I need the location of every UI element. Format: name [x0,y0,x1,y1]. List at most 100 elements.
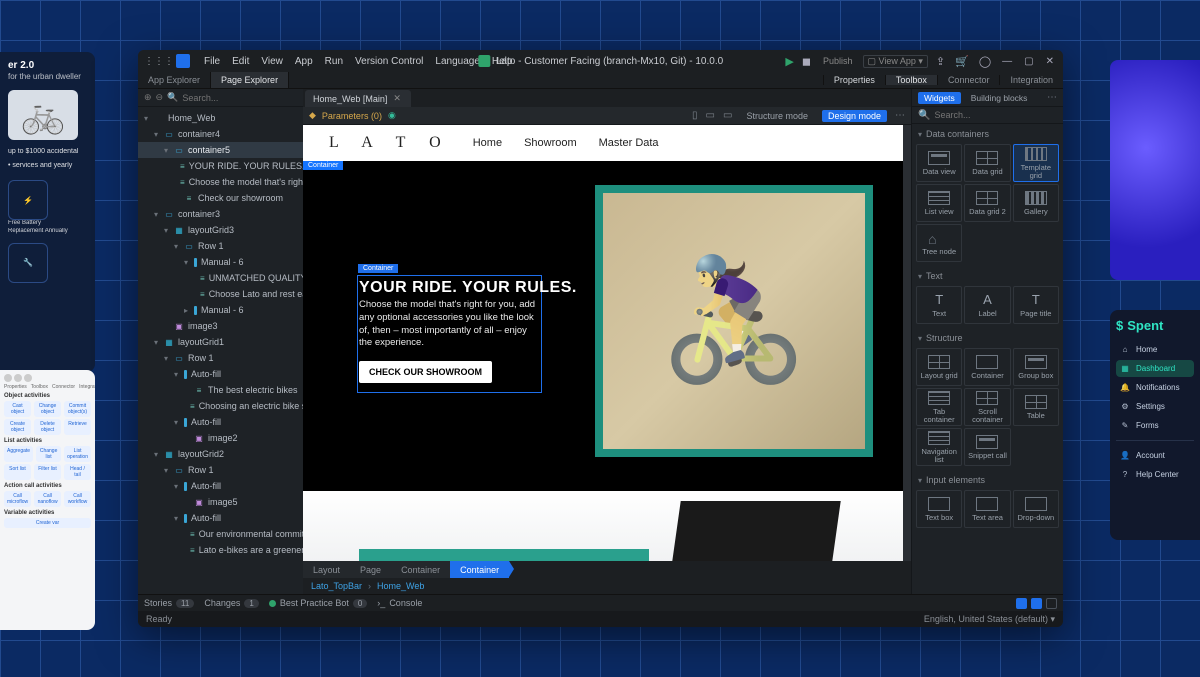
toolbox-more-icon[interactable]: ⋯ [1047,92,1057,103]
tree-node[interactable]: ▾Home_Web [138,110,303,126]
tree-node[interactable]: ▸Choosing an electric bike shou… [138,398,303,414]
spent-item-forms[interactable]: ✎Forms [1116,417,1194,434]
widget-data-grid-2[interactable]: Data grid 2 [964,184,1010,222]
dock-stories[interactable]: Stories11 [144,598,194,608]
tree-node[interactable]: ▾layoutGrid2 [138,446,303,462]
widget-label[interactable]: ALabel [964,286,1010,324]
tree-node[interactable]: ▸The best electric bikes [138,382,303,398]
menu-run[interactable]: Run [319,56,349,67]
chevron-icon[interactable]: ▾ [162,354,170,363]
view-app-button[interactable]: ▢ View App ▾ [863,55,928,68]
widget-gallery[interactable]: Gallery [1013,184,1059,222]
chevron-icon[interactable]: ▾ [152,210,160,219]
quality-band[interactable]: UNMATCHED QUALITY Choose Lato and rest e… [359,549,649,561]
quality-section[interactable]: UNMATCHED QUALITY Choose Lato and rest e… [303,491,903,561]
pl-chip[interactable]: Head / tail [64,464,91,480]
tree-node[interactable]: ▾Row 1 [138,238,303,254]
menu-version-control[interactable]: Version Control [349,56,429,67]
chevron-icon[interactable]: ▾ [152,338,160,347]
chevron-icon[interactable]: ▾ [172,514,180,523]
window-maximize-icon[interactable]: ▢ [1021,56,1036,67]
section-input[interactable]: Input elements [912,472,1063,488]
pl-chip[interactable]: List operation [64,446,91,462]
path-page[interactable]: Home_Web [377,581,424,591]
widget-navigation-list[interactable]: Navigation list [916,428,962,466]
spent-footer-account[interactable]: 👤Account [1116,447,1194,464]
chevron-icon[interactable]: ▾ [142,114,150,123]
tree-node[interactable]: ▾layoutGrid3 [138,222,303,238]
parameters-label[interactable]: Parameters (0) [322,111,382,121]
widget-page-title[interactable]: TPage title [1013,286,1059,324]
tablet-preview-icon[interactable]: ▭ [706,110,715,121]
widget-tree-node[interactable]: Tree node [916,224,962,262]
tab-properties[interactable]: Properties [823,75,885,85]
design-mode-button[interactable]: Design mode [822,110,887,122]
tab-toolbox[interactable]: Toolbox [885,75,937,85]
hero-section[interactable]: Container YOUR RIDE. YOUR RULES. Choose … [303,161,903,491]
crumb-page[interactable]: Page [350,561,391,578]
crumb-layout[interactable]: Layout [303,561,350,578]
pl-chip[interactable]: Sort list [4,464,31,480]
pl-chip[interactable]: Change object [34,401,61,417]
tree-node[interactable]: ▸UNMATCHED QUALITY [138,270,303,286]
status-language[interactable]: English, United States (default) ▾ [924,614,1055,625]
pl-chip[interactable]: Aggregate [4,446,33,462]
chevron-icon[interactable]: ▾ [162,146,170,155]
dock-changes[interactable]: Changes1 [204,598,258,608]
widget-template-grid[interactable]: Template grid [1013,144,1059,182]
dock-console[interactable]: ›_Console [377,598,422,608]
chevron-icon[interactable]: ▾ [162,466,170,475]
tree-node[interactable]: ▾Manual - 6 [138,254,303,270]
pl-chip[interactable]: Call workflow [64,491,91,507]
view-toggle-1-icon[interactable] [1016,598,1027,609]
chevron-icon[interactable]: ▾ [182,258,190,267]
tab-app-explorer[interactable]: App Explorer [138,72,211,88]
chevron-icon[interactable]: ▾ [172,482,180,491]
tree-node[interactable]: ▾Row 1 [138,462,303,478]
tree-node[interactable]: ▾Auto-fill [138,478,303,494]
menu-app[interactable]: App [289,56,319,67]
tree-node[interactable]: ▾Auto-fill [138,510,303,526]
chevron-icon[interactable]: ▾ [172,418,180,427]
widget-data-view[interactable]: Data view [916,144,962,182]
pl-chip[interactable]: Cast object [4,401,31,417]
cta-button[interactable]: CHECK OUR SHOWROOM [359,361,492,383]
nav-master-data[interactable]: Master Data [599,137,659,149]
widget-data-grid[interactable]: Data grid [964,144,1010,182]
spent-item-notifications[interactable]: 🔔Notifications [1116,379,1194,396]
widget-scroll-container[interactable]: Scroll container [964,388,1010,426]
tree-node[interactable]: ▾layoutGrid1 [138,334,303,350]
tree-node[interactable]: ▸Lato e-bikes are a greener way… [138,542,303,558]
explorer-search-input[interactable] [182,93,299,103]
share-icon[interactable]: ⇪ [934,55,947,68]
apps-grid-icon[interactable]: ⋮⋮⋮ [144,56,174,67]
hero-body[interactable]: Choose the model that's right for you, a… [359,299,541,350]
spent-footer-help-center[interactable]: ?Help Center [1116,466,1194,483]
menu-file[interactable]: File [198,56,226,67]
tab-page-explorer[interactable]: Page Explorer [211,72,289,88]
crumb-container[interactable]: Container [391,561,450,578]
widget-list-view[interactable]: List view [916,184,962,222]
nav-showroom[interactable]: Showroom [524,137,577,149]
widget-container[interactable]: Container [964,348,1010,386]
tree-node[interactable]: ▾Row 1 [138,350,303,366]
tree-node[interactable]: ▸Manual - 6 [138,302,303,318]
chevron-icon[interactable]: ▸ [182,306,190,315]
tree-node[interactable]: ▾Auto-fill [138,414,303,430]
chevron-icon[interactable]: ▾ [152,130,160,139]
chevron-icon[interactable]: ▾ [152,450,160,459]
section-text[interactable]: Text [912,268,1063,284]
tree-node[interactable]: ▸image2 [138,430,303,446]
pl-chip[interactable]: Change list [36,446,61,462]
tree-node[interactable]: ▸Check our showroom [138,190,303,206]
spent-item-dashboard[interactable]: ▦Dashboard [1116,360,1194,377]
pl-chip[interactable]: Filter list [34,464,61,480]
tree-node[interactable]: ▸image5 [138,494,303,510]
spent-item-settings[interactable]: ⚙Settings [1116,398,1194,415]
hero-photo[interactable] [595,185,873,457]
widget-text-area[interactable]: Text area [964,490,1010,528]
publish-button[interactable]: Publish [819,56,857,66]
pl-chip[interactable]: Commit object(s) [64,401,91,417]
stop-icon[interactable]: ◼ [800,55,813,68]
tree-node[interactable]: ▸image3 [138,318,303,334]
